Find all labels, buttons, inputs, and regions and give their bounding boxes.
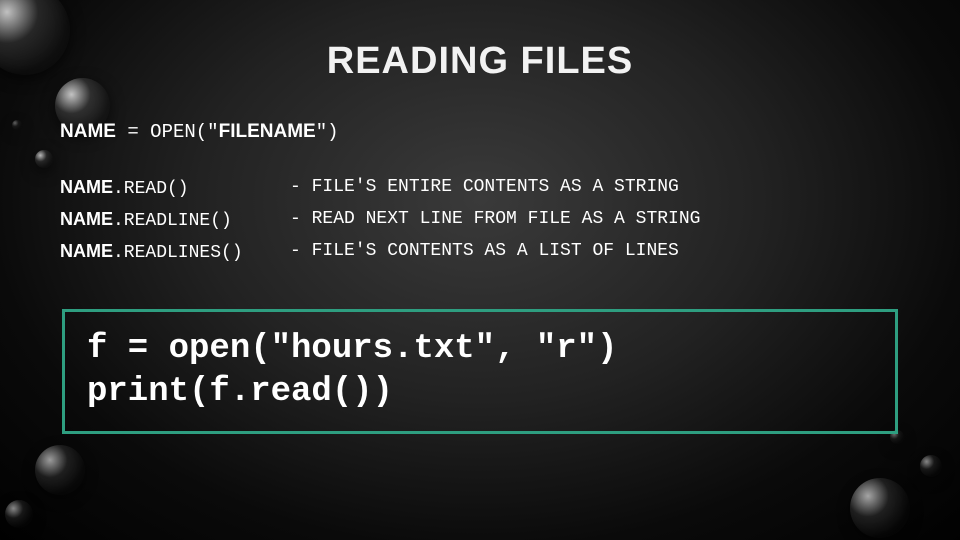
method-call: .READ() [113, 179, 189, 199]
syntax-open-suffix: ") [316, 121, 339, 143]
method-readlines-desc: - FILE'S CONTENTS AS A LIST OF LINES [290, 241, 900, 263]
method-read-desc: - FILE'S ENTIRE CONTENTS AS A STRING [290, 177, 900, 199]
code-line-1: f = open("hours.txt", "r") [87, 328, 873, 371]
slide-title: READING FILES [60, 40, 900, 83]
code-line-2: print(f.read()) [87, 371, 873, 414]
open-syntax-line: NAME = OPEN("FILENAME") [60, 121, 900, 143]
method-name: NAME [60, 209, 113, 229]
syntax-equals: = [116, 121, 150, 143]
syntax-filename: FILENAME [219, 121, 316, 142]
syntax-open-prefix: OPEN(" [150, 121, 218, 143]
method-readline-desc: - READ NEXT LINE FROM FILE AS A STRING [290, 209, 900, 231]
method-readline: NAME.READLINE() [60, 209, 290, 231]
method-name: NAME [60, 241, 113, 261]
syntax-name: NAME [60, 121, 116, 142]
method-name: NAME [60, 177, 113, 197]
method-read: NAME.READ() [60, 177, 290, 199]
method-call: .READLINE() [113, 211, 232, 231]
methods-table: NAME.READ() - FILE'S ENTIRE CONTENTS AS … [60, 177, 900, 263]
code-example-box: f = open("hours.txt", "r") print(f.read(… [62, 309, 898, 434]
slide: READING FILES NAME = OPEN("FILENAME") NA… [0, 0, 960, 540]
method-call: .READLINES() [113, 243, 243, 263]
method-readlines: NAME.READLINES() [60, 241, 290, 263]
